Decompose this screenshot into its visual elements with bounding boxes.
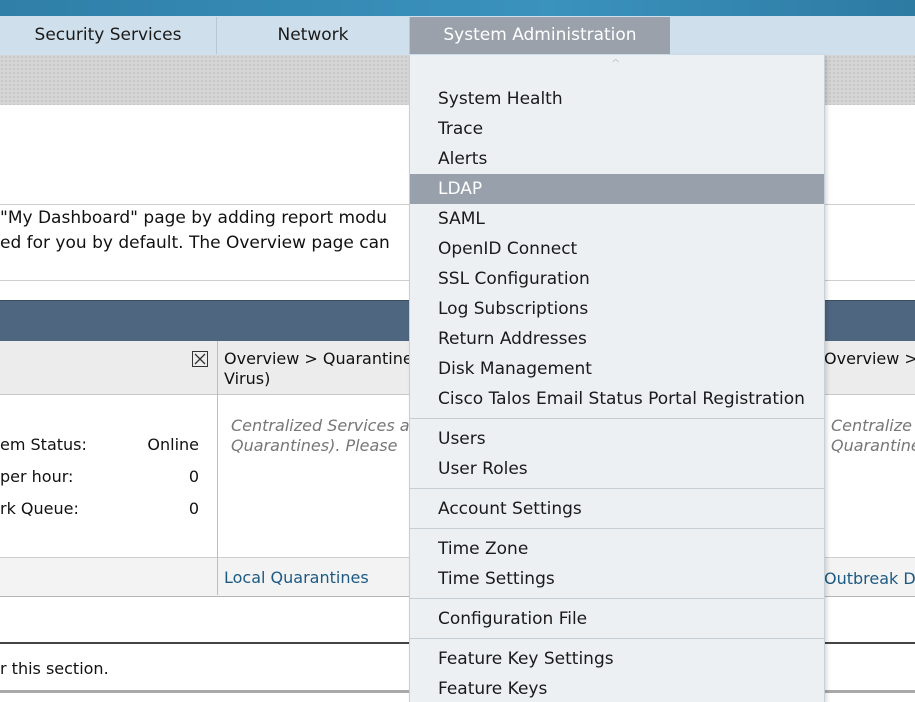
- column-divider: [217, 557, 218, 595]
- main-nav: Security Services Network System Adminis…: [0, 16, 915, 56]
- tab-system-administration[interactable]: System Administration: [410, 17, 670, 54]
- scroll-up-caret-icon[interactable]: ^: [611, 57, 620, 70]
- centralized-services-text: Centralized Services a Quarantines). Ple…: [231, 416, 410, 456]
- menu-item-ldap[interactable]: LDAP: [410, 174, 824, 204]
- text-line: Centralized Services a: [231, 416, 410, 435]
- section-note: r this section.: [0, 659, 109, 678]
- top-banner: [0, 0, 915, 16]
- intro-line-1: "My Dashboard" page by adding report mod…: [0, 208, 388, 228]
- menu-item-time-zone[interactable]: Time Zone: [410, 534, 824, 564]
- menu-separator: [410, 488, 824, 489]
- menu-item-ssl-configuration[interactable]: SSL Configuration: [410, 264, 824, 294]
- menu-item-saml[interactable]: SAML: [410, 204, 824, 234]
- menu-separator: [410, 528, 824, 529]
- menu-item-disk-management[interactable]: Disk Management: [410, 354, 824, 384]
- menu-separator: [410, 638, 824, 639]
- column-header-line: Virus): [224, 369, 271, 388]
- menu-separator: [410, 598, 824, 599]
- local-quarantines-link[interactable]: Local Quarantines: [224, 568, 369, 587]
- centralized-services-text: Centralize Quarantine: [831, 416, 915, 456]
- intro-text: "My Dashboard" page by adding report mod…: [0, 206, 390, 256]
- menu-item-time-settings[interactable]: Time Settings: [410, 564, 824, 594]
- outbreak-link[interactable]: Outbreak D: [824, 569, 915, 588]
- status-label: rk Queue:: [0, 499, 79, 518]
- menu-item-system-health[interactable]: System Health: [410, 84, 824, 114]
- status-value: 0: [188, 499, 199, 518]
- text-line: Quarantine: [831, 436, 915, 455]
- tab-network[interactable]: Network: [217, 17, 410, 54]
- menu-item-users[interactable]: Users: [410, 424, 824, 454]
- menu-separator: [410, 418, 824, 419]
- close-icon[interactable]: [192, 351, 208, 367]
- intro-line-2: ed for you by default. The Overview page…: [0, 233, 390, 253]
- column-header-line: Overview > Quarantine: [224, 349, 413, 368]
- column-header-quarantine: Overview > Quarantine Virus): [224, 349, 413, 389]
- menu-item-trace[interactable]: Trace: [410, 114, 824, 144]
- system-administration-dropdown: ^ System Health Trace Alerts LDAP SAML OpenID…: [409, 55, 825, 702]
- menu-item-account-settings[interactable]: Account Settings: [410, 494, 824, 524]
- status-label: per hour:: [0, 467, 74, 486]
- text-line: Centralize: [831, 416, 912, 435]
- menu-item-cisco-talos-email-status-portal-registration[interactable]: Cisco Talos Email Status Portal Registra…: [410, 384, 824, 414]
- tab-security-services[interactable]: Security Services: [0, 17, 217, 54]
- menu-item-user-roles[interactable]: User Roles: [410, 454, 824, 484]
- menu-item-log-subscriptions[interactable]: Log Subscriptions: [410, 294, 824, 324]
- menu-item-feature-keys[interactable]: Feature Keys: [410, 674, 824, 702]
- status-label: em Status:: [0, 435, 87, 454]
- menu-item-configuration-file[interactable]: Configuration File: [410, 604, 824, 634]
- menu-item-alerts[interactable]: Alerts: [410, 144, 824, 174]
- status-value: 0: [188, 467, 199, 486]
- column-header-overview: Overview >: [824, 349, 915, 368]
- menu-item-openid-connect[interactable]: OpenID Connect: [410, 234, 824, 264]
- text-line: Quarantines). Please: [231, 436, 398, 455]
- status-value: Online: [147, 435, 199, 454]
- menu-item-return-addresses[interactable]: Return Addresses: [410, 324, 824, 354]
- menu-item-feature-key-settings[interactable]: Feature Key Settings: [410, 644, 824, 674]
